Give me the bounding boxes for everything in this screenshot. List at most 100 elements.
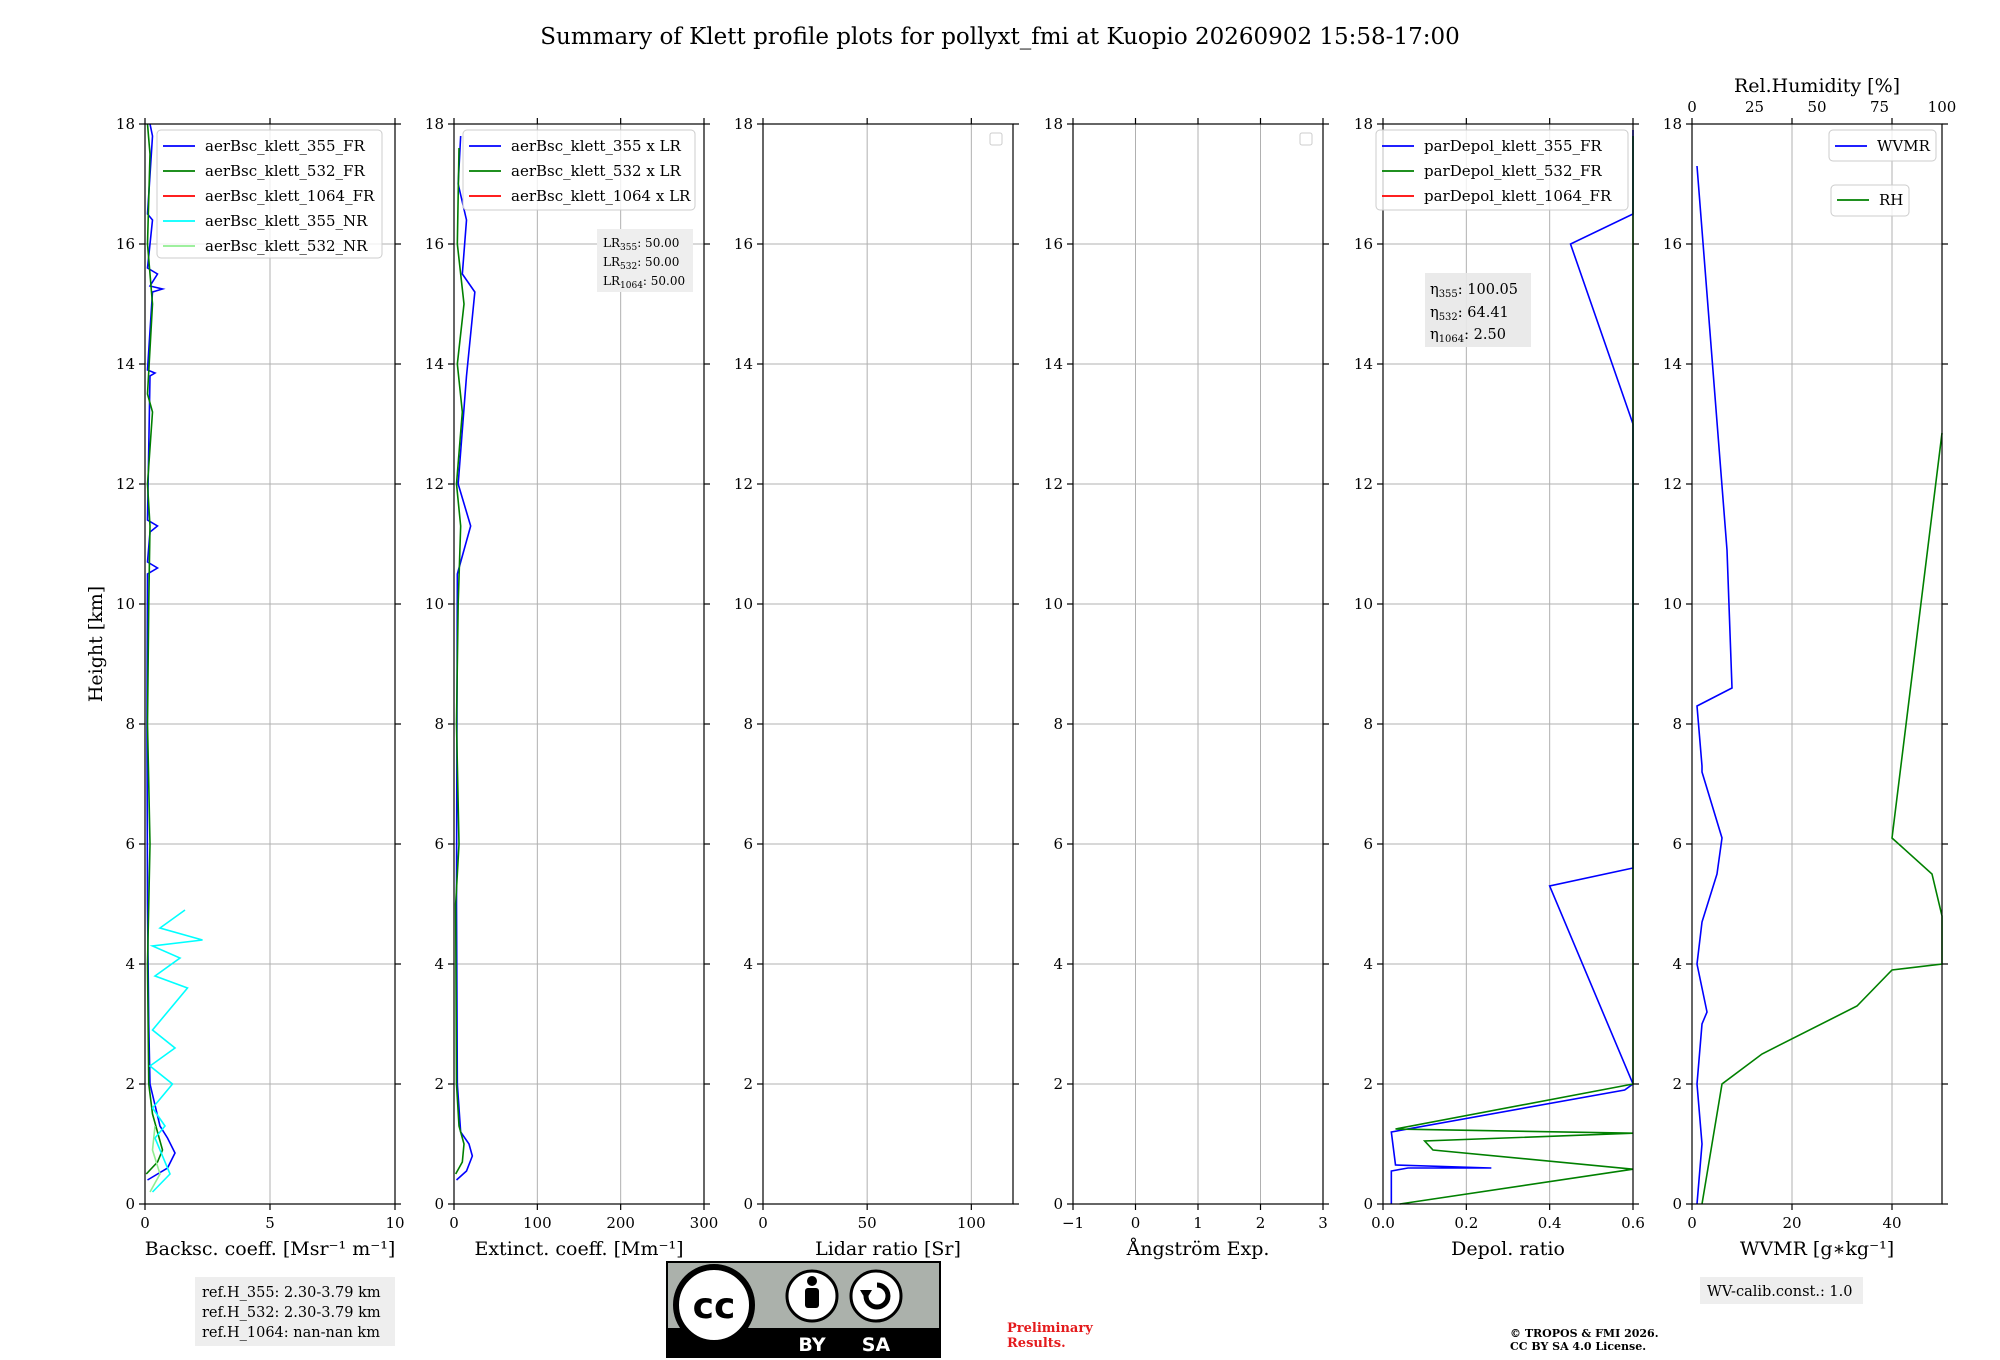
legend: parDepol_klett_355_FR parDepol_klett_532_… xyxy=(1375,129,1629,211)
eta-textbox: η355: 100.05 η532: 64.41 η1064: 2.50 xyxy=(1425,273,1531,347)
x-tick-label: 100 xyxy=(523,1214,552,1232)
y-tick-label: 2 xyxy=(743,1075,753,1093)
y-tick-label: 4 xyxy=(434,955,444,973)
y-tick-label: 4 xyxy=(1053,955,1063,973)
y-tick-label: 14 xyxy=(425,355,444,373)
legend-label: aerBsc_klett_1064_FR xyxy=(205,187,375,205)
y-tick-label: 18 xyxy=(425,115,444,133)
y-tick-label: 4 xyxy=(743,955,753,973)
x-axis-label: Extinct. coeff. [Mm⁻¹] xyxy=(474,1238,683,1260)
y-tick-label: 18 xyxy=(1354,115,1373,133)
svg-text:BY: BY xyxy=(798,1334,825,1356)
y-tick-label: 2 xyxy=(125,1075,135,1093)
refh-1064: ref.H_1064: nan-nan km xyxy=(202,1325,380,1341)
x-tick-label: 0 xyxy=(140,1214,150,1232)
refh-532: ref.H_532: 2.30-3.79 km xyxy=(202,1305,381,1321)
y-tick-label: 0 xyxy=(434,1195,444,1213)
series-RH xyxy=(1701,432,1943,1205)
legend-label: parDepol_klett_532_FR xyxy=(1424,162,1602,180)
x-tick-label: 0.4 xyxy=(1538,1214,1562,1232)
legend: aerBsc_klett_355_FR aerBsc_klett_532_FRae… xyxy=(156,129,383,259)
y-tick-label: 10 xyxy=(1044,595,1063,613)
y-tick-label: 10 xyxy=(1663,595,1682,613)
series-aerBsc_klett_355_NR xyxy=(148,909,203,1193)
secondary-x-tick-label: 25 xyxy=(1745,98,1764,116)
y-tick-label: 2 xyxy=(1672,1075,1682,1093)
figure-title: Summary of Klett profile plots for polly… xyxy=(540,24,1459,50)
y-tick-label: 10 xyxy=(734,595,753,613)
x-tick-label: 5 xyxy=(265,1214,275,1232)
y-tick-label: 0 xyxy=(1053,1195,1063,1213)
refh-355: ref.H_355: 2.30-3.79 km xyxy=(202,1285,381,1301)
x-axis-label: Depol. ratio xyxy=(1451,1238,1565,1260)
x-axis-label: Ångström Exp. xyxy=(1126,1238,1270,1260)
x-tick-label: 20 xyxy=(1782,1214,1801,1232)
svg-text:SA: SA xyxy=(862,1334,891,1356)
x-axis-label: WVMR [g∗kg⁻¹] xyxy=(1740,1238,1894,1260)
cc-by-sa-badge: cc BY SA xyxy=(666,1261,941,1358)
x-tick-label: 0 xyxy=(1687,1214,1697,1232)
y-tick-label: 6 xyxy=(743,835,753,853)
y-tick-label: 18 xyxy=(1044,115,1063,133)
y-tick-label: 12 xyxy=(1354,475,1373,493)
y-tick-label: 18 xyxy=(734,115,753,133)
axes-frame xyxy=(762,123,1014,1205)
legend-rh: RH xyxy=(1830,184,1910,217)
legend-label: RH xyxy=(1879,191,1903,209)
x-tick-label: 300 xyxy=(690,1214,719,1232)
y-tick-label: 8 xyxy=(1672,715,1682,733)
axes-frame xyxy=(1691,123,1943,1205)
legend-label: aerBsc_klett_1064 x LR xyxy=(511,187,691,205)
svg-text:cc: cc xyxy=(693,1286,736,1327)
x-tick-label: 3 xyxy=(1318,1214,1328,1232)
x-tick-label: 0.6 xyxy=(1621,1214,1645,1232)
y-tick-label: 10 xyxy=(116,595,135,613)
legend-label: aerBsc_klett_355_FR xyxy=(205,137,365,155)
series-WVMR xyxy=(1696,165,1733,1205)
x-tick-label: 200 xyxy=(606,1214,635,1232)
legend-label: WVMR xyxy=(1877,137,1931,155)
x-tick-label: 10 xyxy=(385,1214,404,1232)
y-tick-label: 14 xyxy=(1663,355,1682,373)
x-tick-label: 0.0 xyxy=(1371,1214,1395,1232)
y-tick-label: 10 xyxy=(425,595,444,613)
y-axis-label: Height [km] xyxy=(85,586,107,702)
secondary-x-tick-label: 100 xyxy=(1928,98,1957,116)
y-tick-label: 6 xyxy=(1363,835,1373,853)
panel-6: 0 20 40 0 2 4 6 8 10 12 14 16 18 WVMR [g∗kg⁻¹] 0 25 50 75… xyxy=(1663,75,1956,1260)
y-tick-label: 12 xyxy=(1044,475,1063,493)
legend-label: aerBsc_klett_532 x LR xyxy=(511,162,682,180)
legend: aerBsc_klett_355 x LR aerBsc_klett_532 x … xyxy=(462,129,696,211)
y-tick-label: 12 xyxy=(734,475,753,493)
y-tick-label: 2 xyxy=(1363,1075,1373,1093)
y-tick-label: 14 xyxy=(1354,355,1373,373)
y-tick-label: 14 xyxy=(1044,355,1063,373)
y-tick-label: 16 xyxy=(1354,235,1373,253)
x-tick-label: 0 xyxy=(449,1214,459,1232)
y-tick-label: 16 xyxy=(734,235,753,253)
y-tick-label: 0 xyxy=(1363,1195,1373,1213)
y-tick-label: 8 xyxy=(434,715,444,733)
secondary-x-tick-label: 0 xyxy=(1687,98,1697,116)
y-tick-label: 16 xyxy=(1044,235,1063,253)
copyright-line2: CC BY SA 4.0 License. xyxy=(1510,1340,1646,1353)
empty-legend xyxy=(1299,132,1313,146)
x-axis-label: Backsc. coeff. [Msr⁻¹ m⁻¹] xyxy=(145,1238,396,1260)
y-tick-label: 18 xyxy=(116,115,135,133)
empty-legend xyxy=(989,132,1003,146)
y-tick-label: 2 xyxy=(434,1075,444,1093)
x-tick-label: 0 xyxy=(1131,1214,1141,1232)
x-tick-label: 2 xyxy=(1256,1214,1266,1232)
y-tick-label: 4 xyxy=(1363,955,1373,973)
y-tick-label: 18 xyxy=(1663,115,1682,133)
panel-3: 0 50 100 0 2 4 6 8 10 12 14 16 18 Lidar ratio [Sr] xyxy=(734,115,1019,1260)
y-tick-label: 4 xyxy=(125,955,135,973)
x-axis-label: Lidar ratio [Sr] xyxy=(815,1238,961,1260)
legend-label: aerBsc_klett_532_NR xyxy=(205,237,368,255)
y-tick-label: 16 xyxy=(425,235,444,253)
x-tick-label: 1 xyxy=(1193,1214,1203,1232)
y-tick-label: 0 xyxy=(743,1195,753,1213)
legend-label: parDepol_klett_355_FR xyxy=(1424,137,1602,155)
x-tick-label: 0.2 xyxy=(1454,1214,1478,1232)
share-alike-icon xyxy=(849,1269,903,1323)
